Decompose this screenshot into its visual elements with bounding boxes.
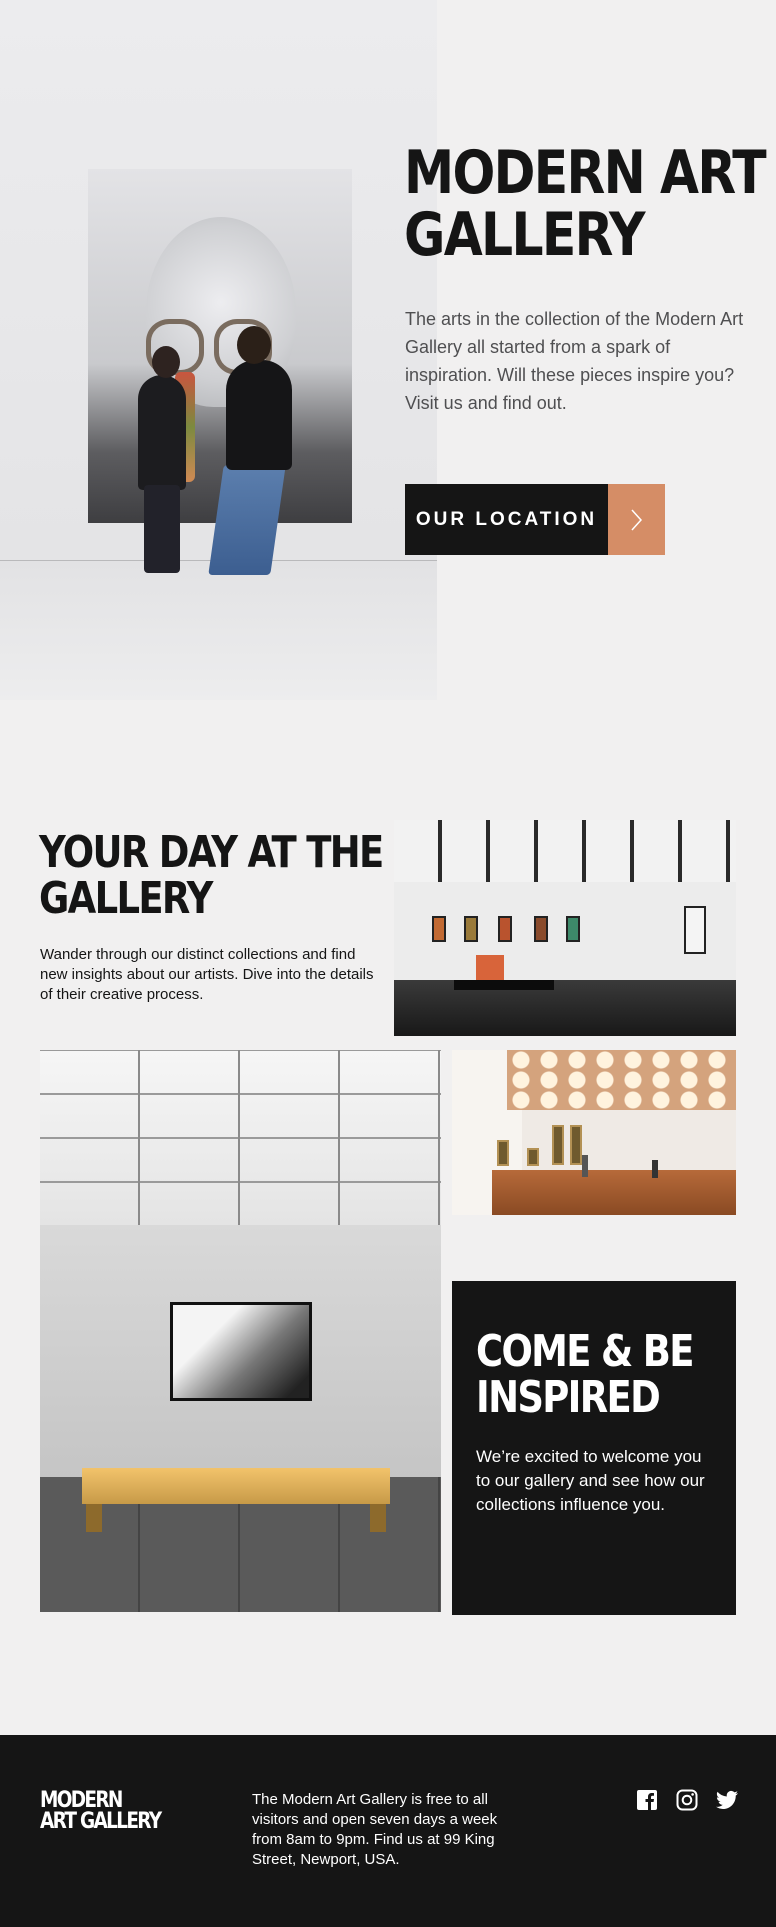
footer: MODERN ART GALLERY The Modern Art Gallery… [0, 1735, 776, 1927]
bench-room-image [40, 1050, 441, 1612]
inspire-title: COME & BE INSPIRED [476, 1326, 695, 1423]
hero-title-line2: GALLERY [404, 200, 646, 270]
inspire-panel: COME & BE INSPIRED We’re excited to welco… [452, 1281, 736, 1615]
framed-artwork [170, 1302, 312, 1401]
facebook-icon[interactable] [635, 1788, 659, 1812]
hero-title-line1: MODERN ART [404, 138, 767, 208]
hero-description: The arts in the collection of the Modern… [405, 309, 744, 413]
day-title: YOUR DAY AT THE GALLERY [39, 830, 399, 922]
hero-title: MODERN ART GALLERY [404, 142, 776, 266]
hero-image [0, 0, 437, 700]
gallery-hall-image [394, 820, 736, 1036]
twitter-icon[interactable] [715, 1788, 739, 1812]
instagram-icon[interactable] [675, 1788, 699, 1812]
day-title-line1: YOUR DAY AT THE [39, 827, 384, 878]
social-links [635, 1788, 739, 1812]
bench [82, 1468, 390, 1504]
our-location-label: OUR LOCATION [405, 484, 608, 555]
inspire-title-line1: COME & BE [476, 1326, 695, 1377]
corridor-gallery-image [452, 1050, 736, 1215]
footer-info: The Modern Art Gallery is free to all vi… [252, 1791, 498, 1868]
inspire-description: We’re excited to welcome you to our gall… [476, 1447, 705, 1514]
our-location-button[interactable]: OUR LOCATION [405, 484, 665, 555]
day-title-line2: GALLERY [39, 873, 213, 924]
footer-logo[interactable]: MODERN ART GALLERY [40, 1790, 162, 1834]
inspire-title-line2: INSPIRED [476, 1372, 661, 1423]
footer-logo-line2: ART GALLERY [40, 1809, 162, 1834]
portrait-artwork [88, 169, 352, 523]
chevron-right-icon [608, 484, 665, 555]
day-description: Wander through our distinct collections … [40, 946, 374, 1003]
